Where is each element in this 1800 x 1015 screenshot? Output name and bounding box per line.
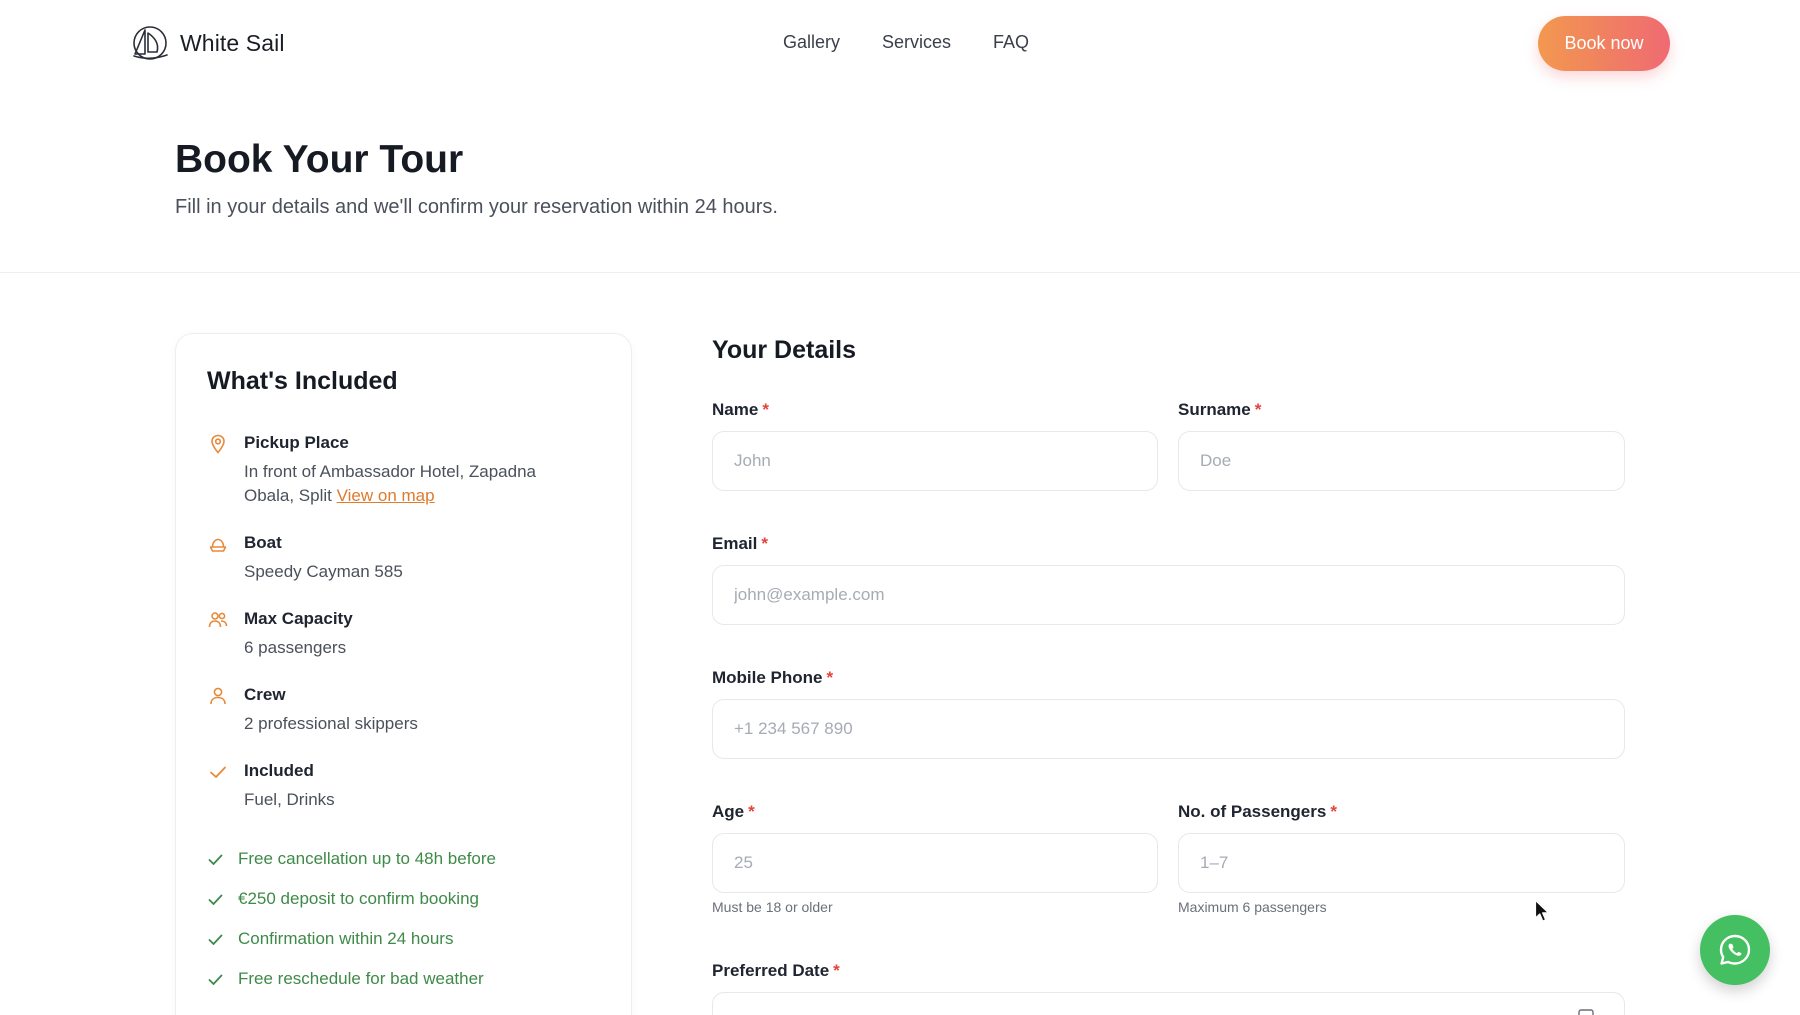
location-pin-icon (211, 434, 225, 454)
required-mark: * (1330, 802, 1337, 821)
passengers-label: No. of Passengers * (1178, 802, 1337, 822)
whats-included-title: What's Included (207, 367, 398, 395)
benefit-text: Free cancellation up to 48h before (238, 849, 497, 868)
required-mark: * (833, 961, 840, 980)
included-item-value: 2 professional skippers (244, 714, 418, 733)
check-icon (208, 974, 223, 985)
date-label: Preferred Date * (712, 961, 840, 981)
included-item-title: Max Capacity (244, 609, 353, 628)
included-item-value: 6 passengers (244, 638, 347, 657)
surname-label-text: Surname (1178, 400, 1251, 419)
included-item-title: Pickup Place (244, 433, 349, 452)
benefit-item: Free reschedule for bad weather (207, 969, 484, 989)
page-hero: Book Your Tour Fill in your details and … (0, 88, 1800, 273)
email-label-text: Email (712, 534, 758, 553)
nav-faq[interactable]: FAQ (993, 32, 1029, 53)
passengers-input[interactable] (1178, 833, 1625, 893)
main-nav: Gallery Services FAQ (783, 32, 1029, 53)
age-hint: Must be 18 or older (712, 899, 833, 915)
users-icon (208, 612, 228, 628)
check-icon (208, 854, 223, 865)
form-title: Your Details (712, 336, 857, 364)
age-label: Age * (712, 802, 755, 822)
included-item-value: Fuel, Drinks (244, 790, 335, 809)
included-item-title: Crew (244, 685, 286, 704)
name-input[interactable] (712, 431, 1158, 491)
book-now-button[interactable]: Book now (1538, 16, 1670, 71)
required-mark: * (762, 400, 769, 419)
sailboat-logo-icon (133, 26, 168, 60)
whats-included-card: What's Included Pickup Place In front of… (175, 333, 632, 1015)
whatsapp-icon (1719, 934, 1751, 965)
calendar-icon (1578, 1009, 1594, 1015)
passengers-hint: Maximum 6 passengers (1178, 899, 1327, 915)
page-subtitle: Fill in your details and we'll confirm y… (175, 196, 778, 218)
site-header: White Sail Gallery Services FAQ Book now (0, 0, 1800, 88)
benefit-text: Confirmation within 24 hours (238, 929, 454, 948)
passengers-label-text: No. of Passengers (1178, 802, 1327, 821)
email-label: Email * (712, 534, 768, 554)
check-icon (208, 934, 223, 945)
included-item-value: Speedy Cayman 585 (244, 562, 403, 581)
mouse-cursor-icon (1534, 899, 1550, 922)
required-mark: * (761, 534, 768, 553)
check-icon (208, 894, 223, 905)
benefit-text: Free reschedule for bad weather (238, 969, 484, 988)
benefit-text: €250 deposit to confirm booking (238, 889, 479, 908)
benefit-item: €250 deposit to confirm booking (207, 889, 479, 909)
name-label-text: Name (712, 400, 759, 419)
surname-input[interactable] (1178, 431, 1625, 491)
phone-input[interactable] (712, 699, 1625, 759)
brand-logo[interactable]: White Sail (130, 24, 285, 62)
date-input[interactable] (712, 992, 1625, 1015)
phone-label: Mobile Phone * (712, 668, 833, 688)
user-icon (210, 687, 226, 705)
whatsapp-button[interactable] (1700, 915, 1770, 985)
nav-gallery[interactable]: Gallery (783, 32, 840, 53)
required-mark: * (1254, 400, 1262, 419)
nav-services[interactable]: Services (882, 32, 951, 53)
benefit-item: Free cancellation up to 48h before (207, 849, 496, 869)
surname-label: Surname * (1178, 400, 1261, 420)
included-item-value: In front of Ambassador Hotel, Zapadna Ob… (244, 460, 589, 508)
age-label-text: Age (712, 802, 745, 821)
name-label: Name * (712, 400, 769, 420)
phone-label-text: Mobile Phone (712, 668, 823, 687)
boat-icon (209, 538, 227, 552)
view-on-map-link[interactable]: View on map (337, 486, 435, 505)
included-item-title: Included (244, 761, 314, 780)
age-input[interactable] (712, 833, 1158, 893)
benefit-item: Confirmation within 24 hours (207, 929, 453, 949)
required-mark: * (826, 668, 834, 687)
date-label-text: Preferred Date (712, 961, 830, 980)
check-icon (210, 766, 226, 778)
page-title: Book Your Tour (175, 138, 464, 181)
included-item-title: Boat (244, 533, 282, 552)
brand-name: White Sail (180, 29, 285, 56)
required-mark: * (748, 802, 755, 821)
email-input[interactable] (712, 565, 1625, 625)
